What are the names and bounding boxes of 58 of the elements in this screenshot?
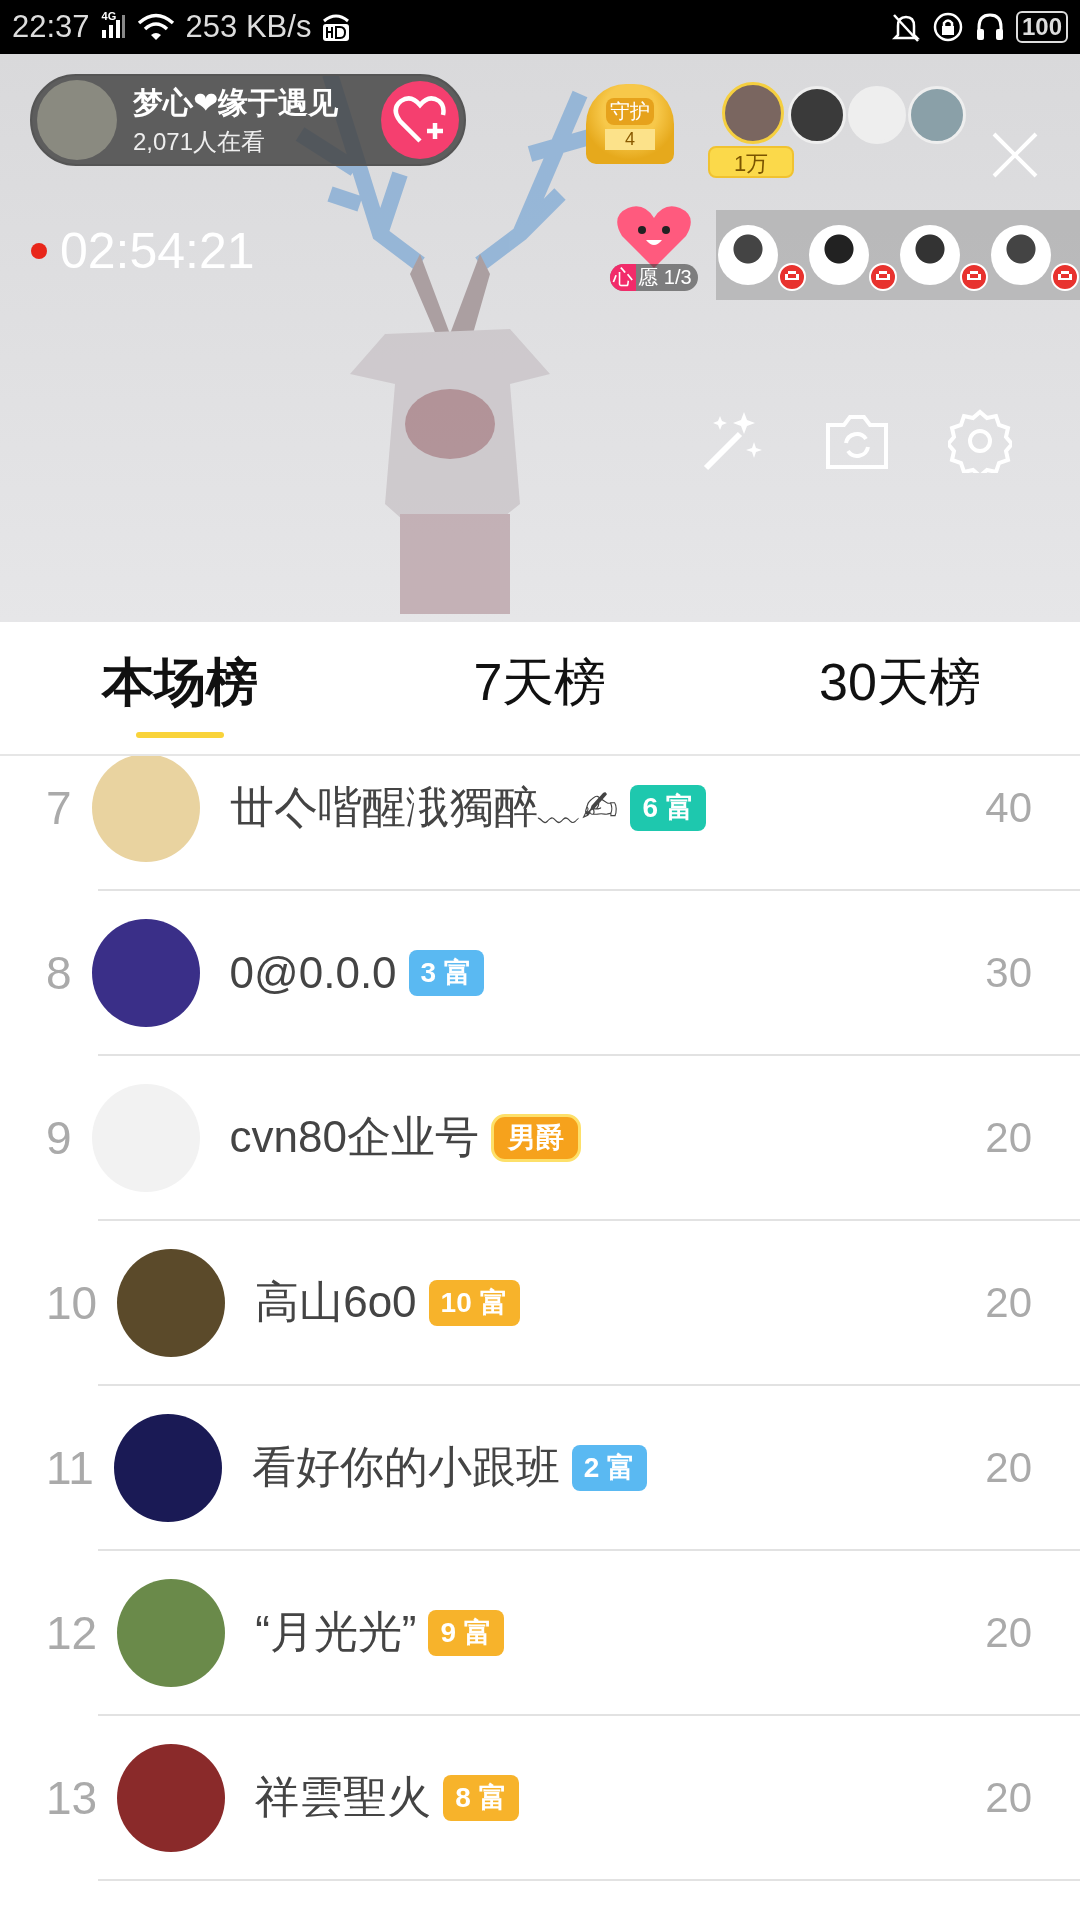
guard-count: 4 <box>605 129 655 150</box>
rank-number: 7 <box>46 780 72 835</box>
battery-level: 100 <box>1021 13 1062 41</box>
live-dot-icon <box>30 242 48 260</box>
rank-number: 11 <box>46 1440 94 1495</box>
host-name: 梦心❤缘于遇见 <box>133 84 340 121</box>
user-name: 丗亽喈醒涐獨醉﹏✍ <box>229 781 619 833</box>
wish-label: 心 <box>610 264 637 291</box>
rank-number: 10 <box>46 1275 98 1330</box>
settings-icon <box>948 409 1012 473</box>
wealth-level-badge: 9 富 <box>428 1609 504 1656</box>
signal-icon <box>99 14 126 40</box>
ranking-tab[interactable]: 本场榜 <box>0 622 360 754</box>
rank-number: 12 <box>46 1605 98 1660</box>
contribution-score: 20 <box>985 1608 1032 1657</box>
user-name: 高山6o0 <box>255 1276 417 1328</box>
sofa-icon <box>959 263 988 291</box>
guard-label: 守护 <box>606 98 654 125</box>
wealth-level-badge: 8 富 <box>443 1774 519 1821</box>
wish-count: 愿 1/3 <box>637 265 693 290</box>
contribution-score: 20 <box>985 1773 1032 1822</box>
contribution-amount: 1万 <box>708 146 794 178</box>
ranking-tab[interactable]: 30天榜 <box>720 622 1080 754</box>
contribution-score: 20 <box>985 1443 1032 1492</box>
wifi-icon <box>135 12 176 42</box>
network-speed: 253 KB/s <box>185 9 312 45</box>
wish-widget[interactable]: 心 愿 1/3 <box>600 204 708 291</box>
guard-badge[interactable]: 守护 4 <box>586 84 674 164</box>
host-avatar[interactable] <box>37 80 117 160</box>
close-icon <box>990 130 1040 180</box>
user-name: cvn80企业号 <box>229 1111 479 1163</box>
network-type: 4G <box>101 10 117 22</box>
wealth-level-badge: 3 富 <box>408 949 484 996</box>
user-name: 0@0.0.0 <box>229 947 397 998</box>
user-name: 祥雲聖火 <box>255 1771 432 1823</box>
ranking-tab[interactable]: 7天榜 <box>360 622 720 754</box>
sofa-icon <box>1050 263 1079 291</box>
viewer-count: 2,071人在看 <box>133 126 267 157</box>
heart-plus-icon <box>393 95 447 145</box>
rank-number: 13 <box>46 1770 98 1825</box>
wealth-level-badge: 10 富 <box>428 1279 520 1326</box>
contribution-score: 20 <box>985 1113 1032 1162</box>
clock-time: 22:37 <box>12 9 90 45</box>
sofa-icon <box>868 263 897 291</box>
rank-number: 8 <box>46 945 72 1000</box>
user-name: “月光光” <box>255 1606 417 1658</box>
noble-rank-badge: 男爵 <box>491 1113 581 1162</box>
contribution-score: 30 <box>985 948 1032 997</box>
hd-icon <box>321 11 352 43</box>
wealth-level-badge: 2 富 <box>571 1444 648 1491</box>
contribution-score: 40 <box>985 783 1032 832</box>
follow-button[interactable] <box>381 81 459 159</box>
contribution-score: 20 <box>985 1278 1032 1327</box>
sofa-icon <box>777 263 806 291</box>
wealth-level-badge: 6 富 <box>630 784 706 831</box>
lock-rotation-icon <box>931 11 964 43</box>
user-name: 看好你的小跟班 <box>251 1441 560 1493</box>
rank-number: 9 <box>46 1110 72 1165</box>
